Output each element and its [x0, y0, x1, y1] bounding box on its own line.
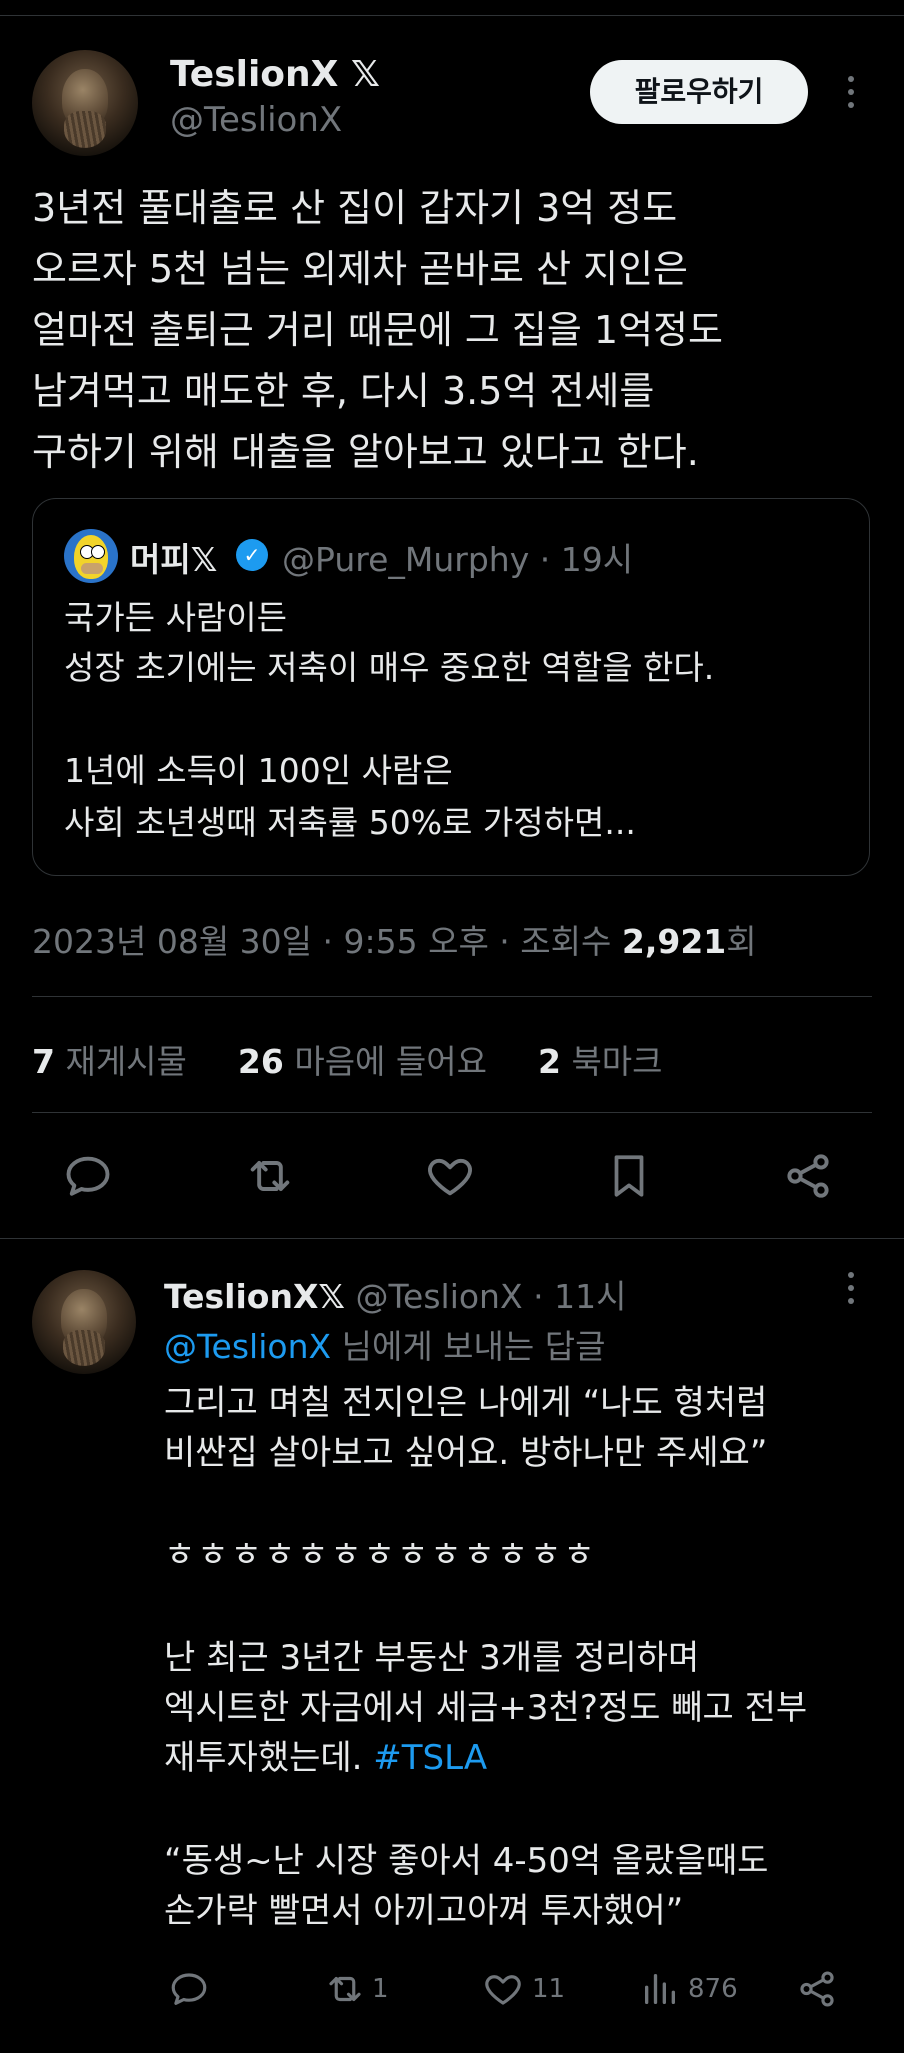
- views-chart-icon[interactable]: [640, 1968, 680, 2010]
- reply-line: 그리고 며칠 전지인은 나에게 “나도 형처럼: [164, 1383, 768, 1423]
- tweet-line: 구하기 위해 대출을 알아보고 있다고 한다.: [32, 430, 699, 474]
- tweet-line: 오르자 5천 넘는 외제차 곧바로 산 지인은: [32, 247, 689, 291]
- author-name[interactable]: TeslionX 𝕏: [170, 54, 380, 95]
- reply-line: 엑시트한 자금에서 세금+3천?정도 빼고 전부: [164, 1688, 808, 1728]
- heart-icon[interactable]: [424, 1150, 476, 1202]
- replying-to-handle[interactable]: @TeslionX: [164, 1327, 331, 1366]
- share-icon[interactable]: [782, 1150, 834, 1202]
- replying-to: @TeslionX 님에게 보내는 답글: [164, 1327, 606, 1366]
- tweet-line: 남겨먹고 매도한 후, 다시 3.5억 전세를: [32, 369, 655, 413]
- like-stat[interactable]: 26 마음에 들어요: [238, 1042, 487, 1081]
- reply-line: 난 최근 3년간 부동산 3개를 정리하며: [164, 1638, 700, 1678]
- reply-line: “동생~난 시장 좋아서 4-50억 올랐을때도: [164, 1841, 769, 1881]
- tweet-text: 3년전 풀대출로 산 집이 갑자기 3억 정도 오르자 5천 넘는 외제차 곧바…: [32, 178, 872, 483]
- x-logo-icon: 𝕏: [350, 54, 380, 95]
- follow-button[interactable]: 팔로우하기: [590, 60, 808, 124]
- divider: [0, 1238, 904, 1239]
- quoted-line: 국가든 사람이든: [64, 598, 288, 637]
- reply-icon[interactable]: [62, 1150, 114, 1202]
- x-logo-icon: 𝕏: [318, 1277, 345, 1316]
- retweet-stat[interactable]: 7 재게시물: [32, 1042, 187, 1081]
- retweet-icon[interactable]: [322, 1968, 368, 2010]
- heart-icon[interactable]: [482, 1968, 524, 2010]
- bookmark-stat[interactable]: 2 북마크: [538, 1042, 663, 1081]
- divider: [32, 1112, 872, 1113]
- reply-header: TeslionX𝕏 @TeslionX · 11시: [164, 1277, 627, 1316]
- view-count: 876: [688, 1974, 738, 2004]
- tweet-line: 얼마전 출퇴근 거리 때문에 그 집을 1억정도: [32, 308, 723, 352]
- bookmark-icon[interactable]: [604, 1150, 654, 1202]
- reply-time[interactable]: 11시: [554, 1277, 626, 1316]
- divider: [32, 996, 872, 997]
- quoted-author-avatar[interactable]: [64, 529, 118, 583]
- reply-author-avatar[interactable]: [32, 1270, 136, 1374]
- author-handle[interactable]: @TeslionX: [170, 100, 342, 140]
- verified-badge-icon: ✓: [236, 539, 268, 571]
- reply-line: 비싼집 살아보고 싶어요. 방하나만 주세요”: [164, 1433, 768, 1473]
- like-count: 11: [532, 1974, 566, 2004]
- tweet-timestamp: 2023년 08월 30일 · 9:55 오후 · 조회수 2,921회: [32, 922, 757, 961]
- hashtag-link[interactable]: #TSLA: [373, 1738, 487, 1778]
- reply-line: 손가락 빨면서 아끼고아껴 투자했어”: [164, 1891, 684, 1931]
- retweet-icon[interactable]: [242, 1150, 298, 1202]
- top-divider: [0, 15, 904, 16]
- reply-line: 재투자했는데. #TSLA: [164, 1738, 488, 1778]
- reply-icon[interactable]: [168, 1968, 210, 2010]
- x-logo-icon: 𝕏: [190, 540, 218, 579]
- retweet-count: 1: [372, 1974, 389, 2004]
- quoted-line: 사회 초년생때 저축률 50%로 가정하면...: [64, 803, 636, 842]
- more-options-icon[interactable]: [845, 76, 857, 115]
- reply-author-name[interactable]: TeslionX𝕏: [164, 1277, 345, 1316]
- quoted-time: 19시: [560, 540, 634, 579]
- quoted-line: 성장 초기에는 저축이 매우 중요한 역할을 한다.: [64, 648, 715, 687]
- reply-author-handle[interactable]: @TeslionX: [355, 1277, 522, 1316]
- quoted-author-name[interactable]: 머피𝕏: [130, 533, 217, 581]
- quoted-author-handle: @Pure_Murphy · 19시: [282, 540, 634, 579]
- engagement-stats: 7 재게시물 26 마음에 들어요 2 북마크: [32, 1035, 663, 1083]
- share-icon[interactable]: [796, 1968, 838, 2010]
- view-count: 2,921: [621, 922, 727, 961]
- reply-line: ㅎㅎㅎㅎㅎㅎㅎㅎㅎㅎㅎㅎㅎ: [164, 1535, 597, 1575]
- quoted-line: 1년에 소득이 100인 사람은: [64, 751, 453, 790]
- tweet-line: 3년전 풀대출로 산 집이 갑자기 3억 정도: [32, 186, 678, 230]
- author-avatar[interactable]: [32, 50, 138, 156]
- more-options-icon[interactable]: [845, 1272, 857, 1311]
